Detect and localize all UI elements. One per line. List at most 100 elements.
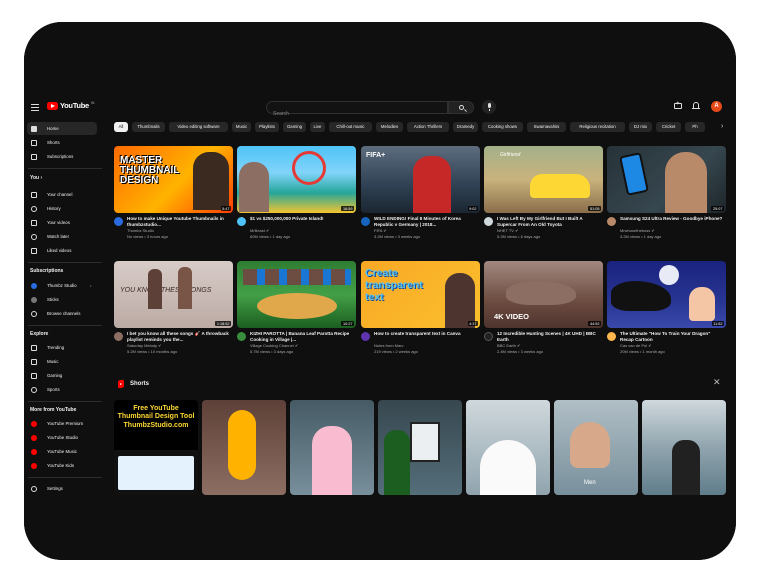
search-box[interactable] [266, 101, 448, 120]
sidebar-item-watch-later[interactable]: Watch later [27, 230, 97, 243]
video-thumbnail[interactable]: 11:52 [607, 261, 726, 328]
video-card[interactable]: YOU KNOW THESE SONGS 1:18:52 I bet you k… [114, 261, 233, 356]
chip-dramedy[interactable]: Dramedy [453, 122, 478, 132]
video-title[interactable]: I Was Left By My Girlfriend But I Built … [497, 216, 601, 227]
channel-name[interactable]: Village Cooking Channel ✔ [250, 343, 298, 348]
video-thumbnail[interactable]: 16:59 [237, 146, 356, 213]
chip-religious-recitation[interactable]: Religious recitation [570, 122, 625, 132]
video-card[interactable]: 4K VIDEO 44:52 12 Incredible Hunting Sce… [484, 261, 603, 356]
video-thumbnail[interactable]: MASTER THUMBNAIL DESIGN 5:47 [114, 146, 233, 213]
video-title[interactable]: WILD ENDING! Final 8 Minutes of Korea Re… [374, 216, 478, 227]
video-card[interactable]: Create transparent text 4:37 How to crea… [361, 261, 480, 356]
chip-gaming[interactable]: Gaming [283, 122, 306, 132]
menu-icon[interactable] [31, 104, 39, 111]
video-thumbnail[interactable]: FIFA+ 9:02 [361, 146, 480, 213]
video-card[interactable]: Girlfriend 51:05 I Was Left By My Girlfr… [484, 146, 603, 241]
voice-search-icon[interactable] [482, 100, 496, 114]
sidebar-item-sticks[interactable]: Sticks [27, 293, 97, 306]
sidebar-item-settings[interactable]: Settings [27, 482, 97, 495]
video-card[interactable]: 16:59 $1 vs $250,000,000 Private Island!… [237, 146, 356, 241]
video-thumbnail[interactable]: 25:07 [607, 146, 726, 213]
chip-ph[interactable]: Ph [685, 122, 705, 132]
short-card[interactable] [378, 400, 462, 495]
video-card[interactable]: 25:07 Samsung S24 Ultra Review - Goodbye… [607, 146, 726, 241]
chip-music[interactable]: Music [232, 122, 251, 132]
short-card[interactable] [202, 400, 286, 495]
video-thumbnail[interactable]: 10:27 [237, 261, 356, 328]
you-section-title[interactable]: You › [30, 175, 42, 181]
sidebar-item-browse-channels[interactable]: Browse channels [27, 307, 97, 320]
close-icon[interactable]: ✕ [713, 377, 721, 387]
video-title[interactable]: 12 Incredible Hunting Scenes | 4K UHD | … [497, 331, 601, 342]
short-card[interactable] [466, 400, 550, 495]
sidebar-item-youtube-premium[interactable]: YouTube Premium [27, 417, 97, 430]
sidebar-item-your-videos[interactable]: Your videos [27, 216, 97, 229]
channel-avatar[interactable] [484, 217, 493, 226]
chip-thumbnails[interactable]: Thumbnails [132, 122, 165, 132]
channel-avatar[interactable] [237, 217, 246, 226]
channel-avatar[interactable] [361, 332, 370, 341]
video-title[interactable]: How to create transparent text in Canva [374, 331, 478, 337]
sidebar-item-sports[interactable]: Sports [27, 383, 97, 396]
chip-video-editing-software[interactable]: Video editing software [169, 122, 228, 132]
sidebar-item-liked-videos[interactable]: Liked videos [27, 244, 97, 257]
chip-chill-out-music[interactable]: Chill-out music [329, 122, 372, 132]
sidebar-item-home[interactable]: Home [27, 122, 97, 135]
sidebar-item-youtube-studio[interactable]: YouTube Studio [27, 431, 97, 444]
video-card[interactable]: MASTER THUMBNAIL DESIGN 5:47 How to make… [114, 146, 233, 241]
short-card[interactable] [642, 400, 726, 495]
video-thumbnail[interactable]: Create transparent text 4:37 [361, 261, 480, 328]
account-avatar[interactable]: A [711, 101, 722, 112]
video-card[interactable]: 10:27 KIZHI PAROTTA | Banana Leaf Parott… [237, 261, 356, 356]
chip-swarnavahini[interactable]: Swarnavahini [527, 122, 566, 132]
channel-avatar[interactable] [114, 217, 123, 226]
sidebar-item-shorts[interactable]: Shorts [27, 136, 97, 149]
sidebar-item-youtube-music[interactable]: YouTube Music [27, 445, 97, 458]
channel-name[interactable]: FIFA ✔ [374, 228, 387, 233]
channel-avatar[interactable] [607, 217, 616, 226]
sidebar-item-history[interactable]: History [27, 202, 97, 215]
video-thumbnail[interactable]: Girlfriend 51:05 [484, 146, 603, 213]
video-thumbnail[interactable]: 4K VIDEO 44:52 [484, 261, 603, 328]
short-card[interactable]: Free YouTube Thumbnail Design Tool Thumb… [114, 400, 198, 495]
video-title[interactable]: $1 vs $250,000,000 Private Island! [250, 216, 354, 222]
channel-avatar[interactable] [114, 332, 123, 341]
search-button[interactable] [448, 101, 474, 114]
channel-name[interactable]: Cas van de Pol ✔ [620, 343, 652, 348]
sidebar-item-thumbz-studio[interactable]: Thumbz Studio • [27, 279, 97, 292]
channel-name[interactable]: NHẸT TV ✔ [497, 228, 518, 233]
chip-cooking-shows[interactable]: Cooking shows [482, 122, 523, 132]
channel-name[interactable]: BBC Earth ✔ [497, 343, 520, 348]
create-icon[interactable] [674, 101, 682, 109]
short-card[interactable]: Men [554, 400, 638, 495]
channel-avatar[interactable] [484, 332, 493, 341]
channel-name[interactable]: Mrwhosetheboss ✔ [620, 228, 655, 233]
channel-avatar[interactable] [607, 332, 616, 341]
video-title[interactable]: The Ultimate "How To Train Your Dragon" … [620, 331, 724, 342]
sidebar-item-trending[interactable]: Trending [27, 341, 97, 354]
channel-avatar[interactable] [237, 332, 246, 341]
search-input[interactable] [267, 108, 447, 120]
chip-melodies[interactable]: Melodies [376, 122, 403, 132]
notifications-icon[interactable] [692, 102, 700, 109]
sidebar-item-subscriptions[interactable]: Subscriptions [27, 150, 97, 163]
video-title[interactable]: KIZHI PAROTTA | Banana Leaf Parotta Reci… [250, 331, 354, 342]
channel-name[interactable]: MrBeast ✔ [250, 228, 269, 233]
sidebar-item-music[interactable]: Music [27, 355, 97, 368]
channel-name[interactable]: Saturday Melody ✔ [127, 343, 161, 348]
video-title[interactable]: How to make Unique Youtube Thumbnails in… [127, 216, 231, 227]
channel-avatar[interactable] [361, 217, 370, 226]
chip-playlists[interactable]: Playlists [255, 122, 279, 132]
sidebar-item-youtube-kids[interactable]: YouTube Kids [27, 459, 97, 472]
channel-name[interactable]: Notes from Marc [374, 343, 404, 348]
video-title[interactable]: Samsung S24 Ultra Review - Goodbye iPhon… [620, 216, 724, 222]
sidebar-item-gaming[interactable]: Gaming [27, 369, 97, 382]
youtube-logo[interactable]: YouTube IN [47, 101, 94, 110]
chevron-right-icon[interactable]: › [721, 123, 727, 131]
video-thumbnail[interactable]: YOU KNOW THESE SONGS 1:18:52 [114, 261, 233, 328]
sidebar-item-your-channel[interactable]: Your channel [27, 188, 97, 201]
video-title[interactable]: I bet you know all these songs 🎸 A throw… [127, 331, 231, 342]
chip-live[interactable]: Live [310, 122, 325, 132]
chip-dj-mix[interactable]: DJ mix [629, 122, 652, 132]
chip-all[interactable]: All [114, 122, 128, 132]
